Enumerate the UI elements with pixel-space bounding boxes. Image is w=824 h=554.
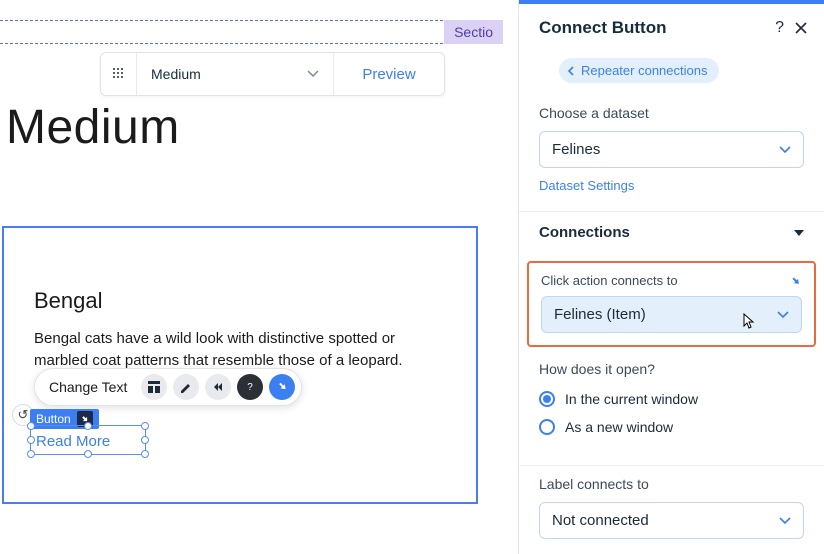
choose-dataset-label: Choose a dataset <box>539 105 804 121</box>
section-tag[interactable]: Sectio <box>444 20 503 44</box>
dataset-select[interactable]: Felines <box>539 131 804 168</box>
panel-header: Connect Button ? <box>519 4 824 58</box>
connect-icon <box>790 275 802 287</box>
panel-title: Connect Button <box>539 18 765 38</box>
resize-handle[interactable] <box>141 436 149 444</box>
element-toolbar: Change Text ? <box>34 368 302 406</box>
dataset-settings-link[interactable]: Dataset Settings <box>539 178 804 193</box>
layout-icon[interactable] <box>141 374 167 400</box>
resize-handle[interactable] <box>84 450 92 458</box>
open-mode-label: How does it open? <box>539 361 804 377</box>
resize-handle[interactable] <box>27 422 35 430</box>
resize-handle[interactable] <box>141 422 149 430</box>
chevron-down-icon <box>777 311 789 319</box>
preview-button[interactable]: Preview <box>334 66 444 83</box>
connections-header-label: Connections <box>539 224 630 241</box>
chevron-down-icon <box>307 70 319 78</box>
open-mode-section: How does it open? In the current window … <box>519 361 824 465</box>
resize-handle[interactable] <box>27 450 35 458</box>
change-text-button[interactable]: Change Text <box>49 379 135 395</box>
size-dropdown-label: Medium <box>151 66 201 82</box>
click-action-label: Click action connects to <box>541 273 678 288</box>
dataset-select-value: Felines <box>552 141 600 158</box>
help-icon[interactable]: ? <box>237 374 263 400</box>
triangle-down-icon <box>794 230 804 236</box>
label-connects-section: Label connects to Not connected <box>519 465 824 539</box>
design-icon[interactable] <box>173 374 199 400</box>
resize-handle[interactable] <box>27 436 35 444</box>
close-icon[interactable] <box>794 21 808 35</box>
chevron-down-icon <box>779 517 791 525</box>
badge-label: Button <box>36 412 71 426</box>
chevron-down-icon <box>779 146 791 154</box>
floating-toolbar: Medium Preview <box>100 52 445 96</box>
radio-current-window[interactable]: In the current window <box>539 391 804 407</box>
breadcrumb-label: Repeater connections <box>581 63 707 78</box>
label-connects-select[interactable]: Not connected <box>539 502 804 539</box>
click-action-value: Felines (Item) <box>554 306 646 323</box>
label-connects-label: Label connects to <box>539 476 804 492</box>
click-action-section: Click action connects to Felines (Item) <box>527 261 816 347</box>
radio-label: In the current window <box>565 391 698 407</box>
drag-handle-icon[interactable] <box>101 53 137 95</box>
connect-data-icon[interactable] <box>269 374 295 400</box>
radio-icon <box>539 391 555 407</box>
editor-canvas: Sectio Medium Preview Medium Bengal Beng… <box>0 0 503 554</box>
chevron-left-icon <box>567 66 575 76</box>
connections-header[interactable]: Connections <box>519 211 824 253</box>
click-action-select[interactable]: Felines (Item) <box>541 296 802 333</box>
item-title: Bengal <box>34 288 103 314</box>
radio-new-window[interactable]: As a new window <box>539 419 804 435</box>
section-strip <box>0 20 503 44</box>
item-description: Bengal cats have a wild look with distin… <box>34 328 444 372</box>
label-connects-value: Not connected <box>552 512 649 529</box>
breadcrumb-back[interactable]: Repeater connections <box>559 58 719 83</box>
radio-label: As a new window <box>565 419 673 435</box>
radio-icon <box>539 419 555 435</box>
help-icon[interactable]: ? <box>775 19 784 37</box>
resize-handle[interactable] <box>84 422 92 430</box>
animation-icon[interactable] <box>205 374 231 400</box>
connect-panel: Connect Button ? Repeater connections Ch… <box>518 0 824 554</box>
svg-text:?: ? <box>248 382 254 393</box>
resize-handle[interactable] <box>141 450 149 458</box>
repeater-item[interactable]: Bengal Bengal cats have a wild look with… <box>2 226 478 504</box>
size-dropdown[interactable]: Medium <box>137 53 334 95</box>
page-title: Medium <box>6 100 180 155</box>
selection-outline <box>30 425 146 455</box>
choose-dataset-section: Choose a dataset Felines Dataset Setting… <box>519 105 824 211</box>
